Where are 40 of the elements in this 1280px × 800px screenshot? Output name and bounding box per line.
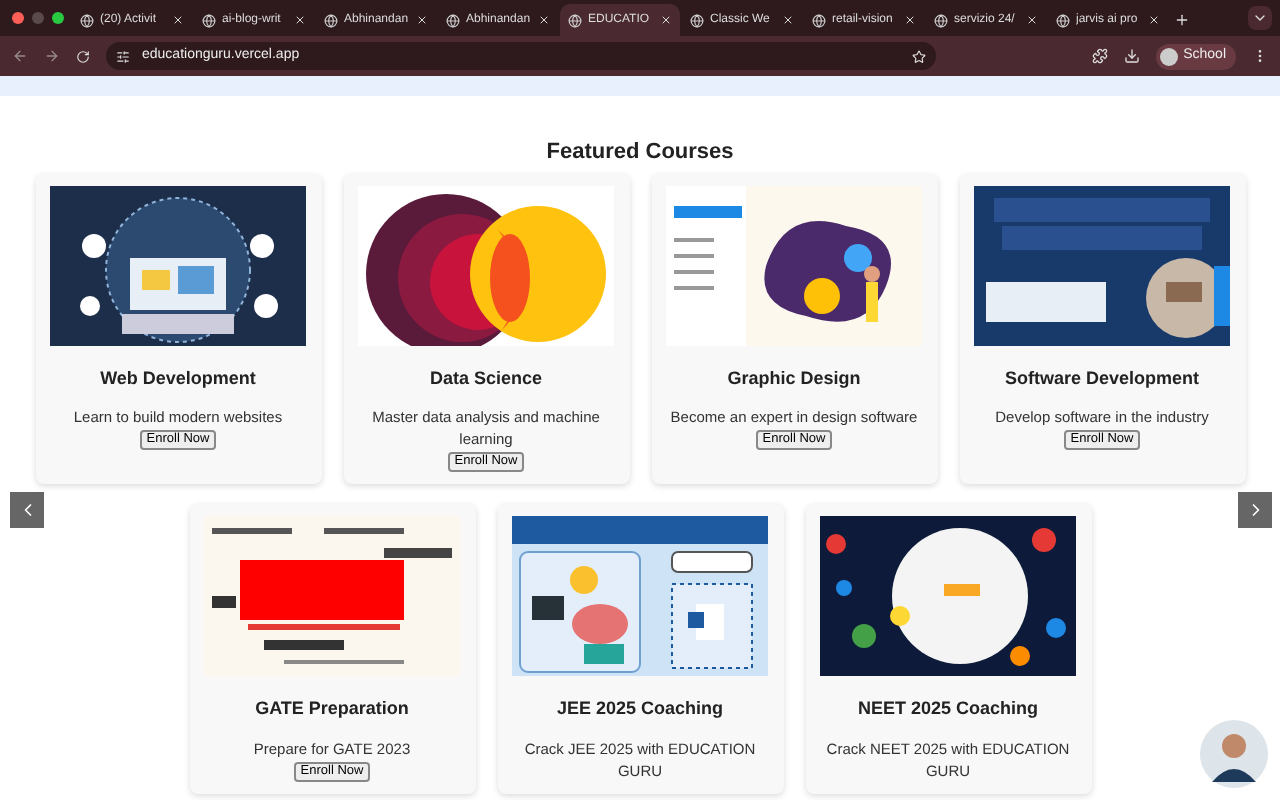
globe-icon — [324, 13, 338, 27]
globe-icon — [202, 13, 216, 27]
course-title: GATE Preparation — [255, 696, 409, 722]
back-icon[interactable] — [12, 48, 28, 64]
close-tab-icon[interactable] — [660, 14, 672, 26]
globe-icon — [690, 13, 704, 27]
section-heading: Featured Courses — [546, 138, 734, 168]
close-tab-icon[interactable] — [294, 14, 306, 26]
close-tab-icon[interactable] — [782, 14, 794, 26]
extensions-icon[interactable] — [1091, 48, 1108, 64]
course-title: Web Development — [100, 365, 256, 392]
close-tab-icon[interactable] — [1148, 14, 1160, 26]
globe-icon — [934, 13, 948, 27]
forward-icon[interactable] — [44, 48, 60, 64]
chevron-down-icon — [1252, 10, 1268, 26]
globe-icon — [812, 13, 826, 27]
course-title: Data Science — [429, 365, 543, 391]
close-tab-icon[interactable] — [1026, 14, 1038, 26]
globe-icon — [568, 13, 582, 27]
download-icon[interactable] — [1123, 48, 1140, 64]
course-title: JEE 2025 Coaching — [556, 696, 724, 722]
globe-icon — [446, 13, 460, 27]
site-settings-icon[interactable] — [116, 49, 130, 63]
chat-avatar[interactable] — [1200, 720, 1268, 788]
close-window-icon[interactable] — [12, 12, 24, 24]
maximize-window-icon[interactable] — [52, 12, 64, 24]
globe-icon — [1056, 13, 1070, 27]
course-title: NEET 2025 Coaching — [857, 696, 1039, 722]
tab-search-button[interactable] — [1248, 6, 1272, 30]
course-title: Software Development — [1004, 365, 1200, 392]
close-tab-icon[interactable] — [904, 14, 916, 26]
new-tab-icon[interactable] — [1174, 12, 1190, 28]
avatar-icon — [1159, 47, 1178, 65]
close-tab-icon[interactable] — [416, 14, 428, 26]
close-tab-icon[interactable] — [172, 14, 184, 26]
bookmark-star-icon[interactable] — [911, 49, 926, 63]
globe-icon — [80, 13, 94, 27]
close-tab-icon[interactable] — [538, 14, 550, 26]
course-title: Graphic Design — [727, 365, 861, 392]
reload-icon[interactable] — [76, 49, 90, 63]
